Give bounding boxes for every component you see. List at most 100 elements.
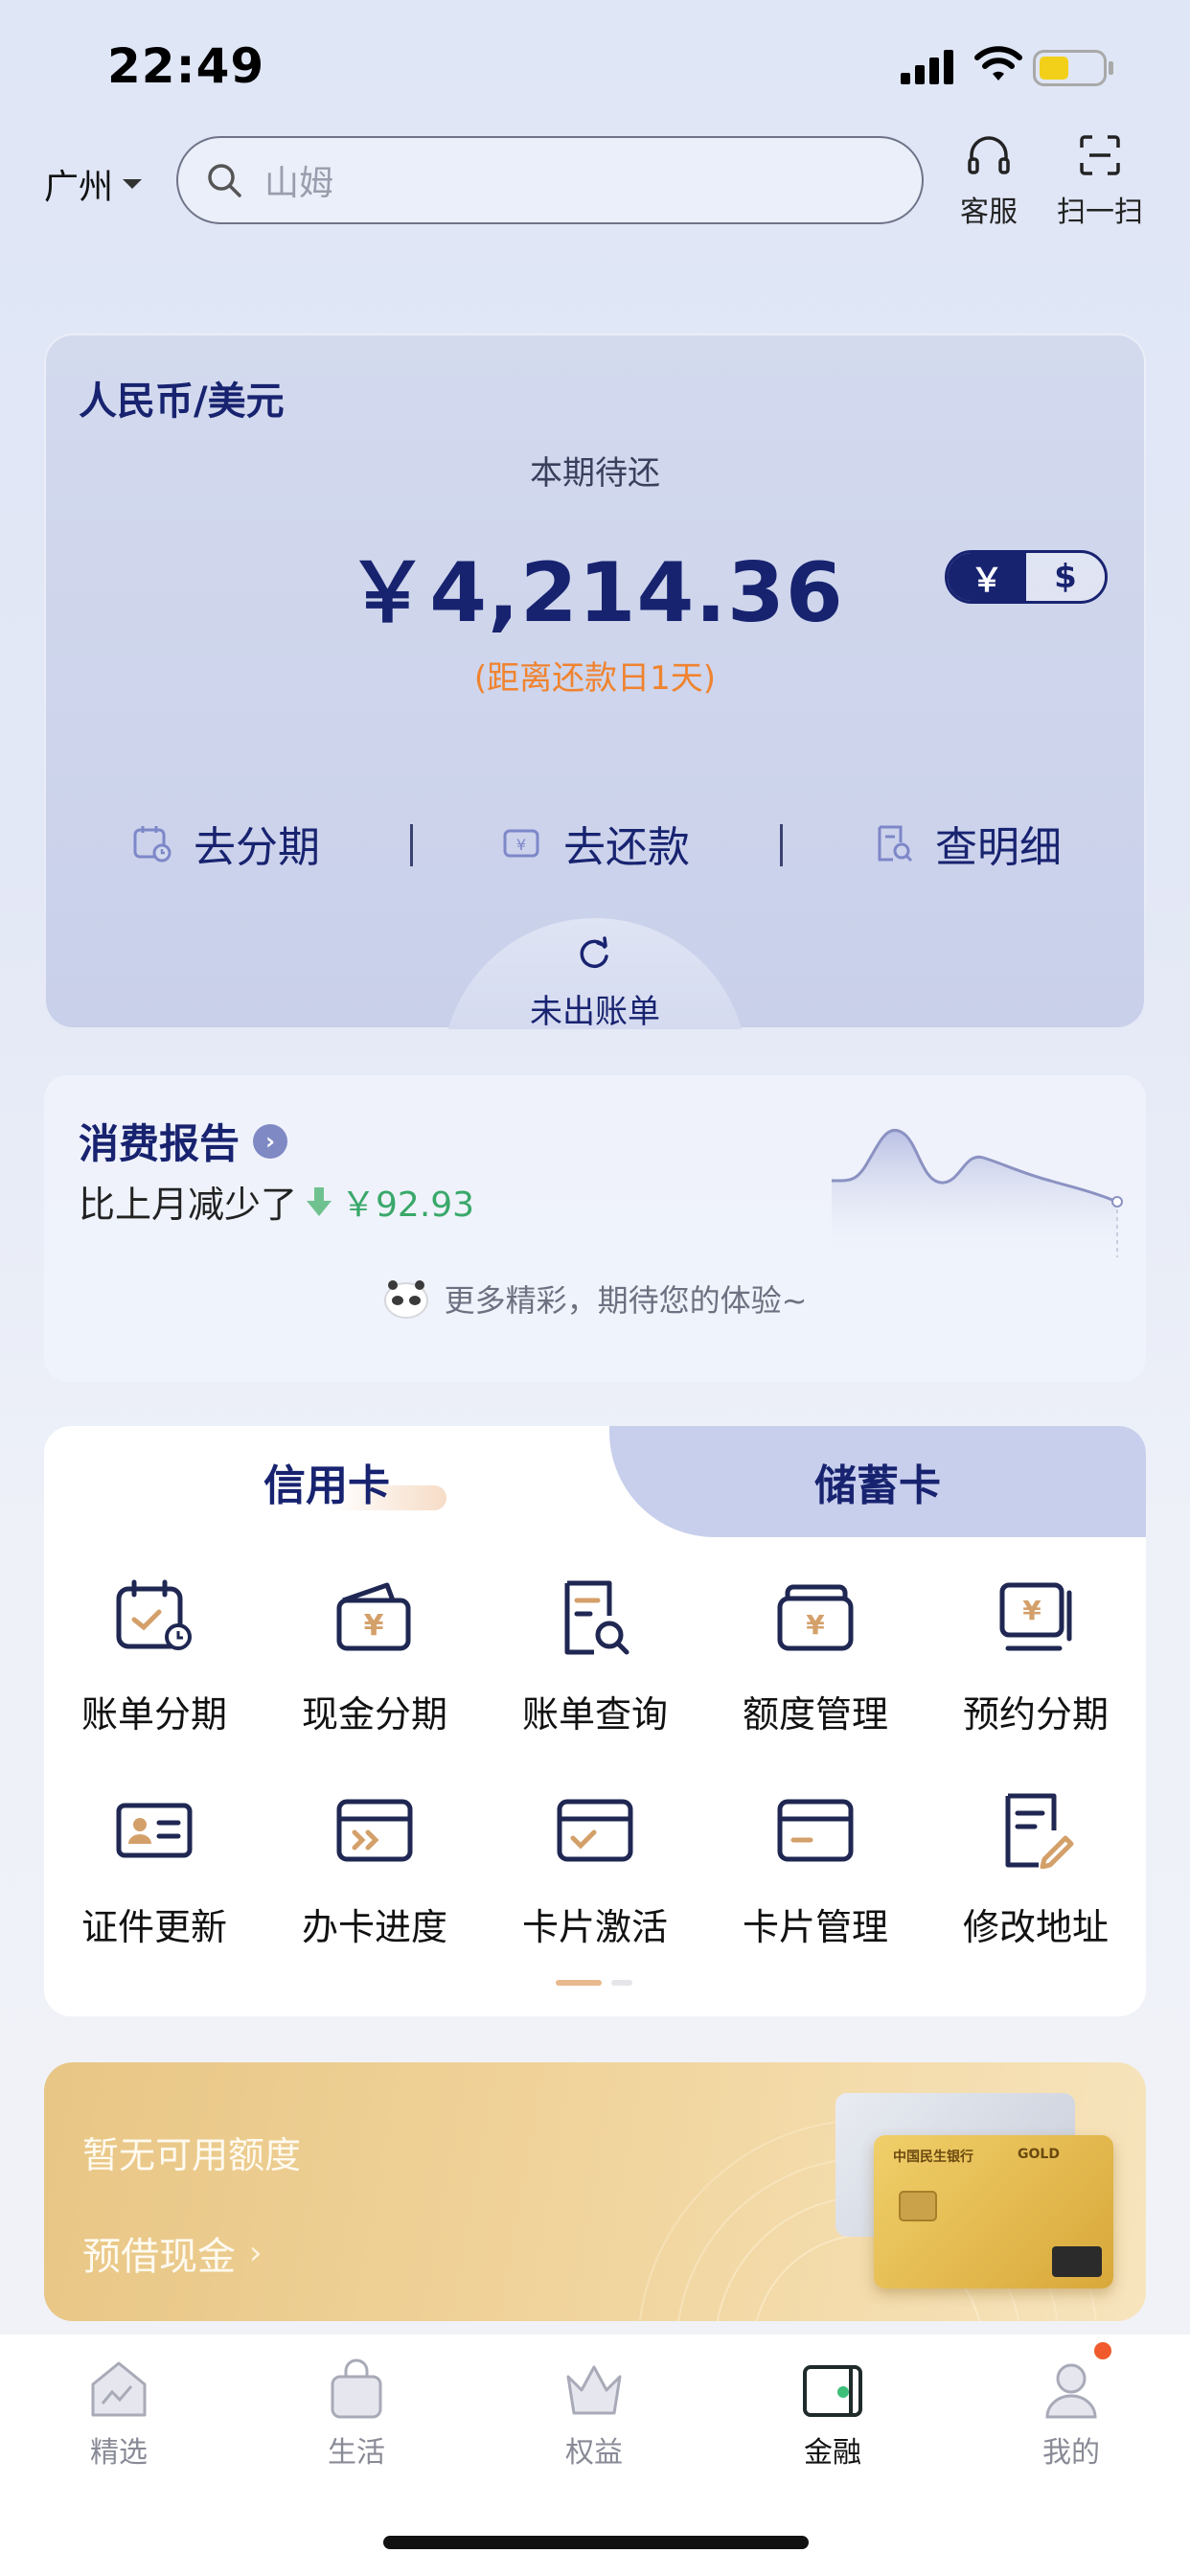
home-indicator[interactable] — [383, 2536, 809, 2549]
service-label: 证件更新 — [80, 1906, 227, 1948]
repay-card-icon: ¥ — [503, 829, 539, 858]
gold-card-image: 中国民生银行 GOLD — [874, 2135, 1113, 2288]
nav-life[interactable]: 生活 — [270, 2356, 443, 2471]
search-doc-icon — [878, 825, 913, 862]
service-bill-installment[interactable]: 账单分期 — [44, 1579, 264, 1737]
service-card-management[interactable]: 卡片管理 — [705, 1792, 926, 1950]
details-button[interactable]: 查明细 — [874, 813, 1062, 874]
page-indicator — [556, 1980, 632, 1986]
chevron-down-icon — [123, 179, 143, 189]
report-title-text: 消费报告 — [79, 1120, 240, 1167]
card-services-panel: 信用卡 储蓄卡 账单分期 ¥ 现金分期 账单查询 ¥ 额度管理 ¥ 预约分期 证… — [44, 1426, 1146, 2016]
edit-address-icon — [1005, 1793, 1074, 1869]
svg-text:¥: ¥ — [364, 1609, 384, 1643]
service-edit-address[interactable]: 修改地址 — [926, 1792, 1146, 1950]
service-label: 账单分期 — [80, 1693, 227, 1736]
refresh-icon[interactable] — [573, 935, 615, 974]
service-label: 账单查询 — [521, 1693, 668, 1736]
page-dot-active — [556, 1980, 602, 1986]
consumption-report-card[interactable]: 消费报告 › 比上月减少了 ￥92.93 更多精彩，期待您的体验~ — [44, 1075, 1146, 1382]
cash-advance-label: 预借现金 — [82, 2235, 236, 2279]
service-label: 办卡进度 — [301, 1906, 447, 1948]
report-compare: 比上月减少了 ￥92.93 — [79, 1175, 474, 1228]
wifi-icon — [974, 46, 1022, 80]
unionpay-logo-icon — [1052, 2246, 1102, 2277]
report-title[interactable]: 消费报告 › — [79, 1112, 288, 1170]
bill-actions: 去分期 ¥ 去还款 查明细 — [44, 813, 1146, 880]
id-update-icon — [116, 1803, 193, 1858]
service-label: 修改地址 — [962, 1906, 1109, 1948]
scheduled-installment-icon: ¥ — [999, 1582, 1072, 1651]
featured-icon — [91, 2361, 147, 2417]
service-application-progress[interactable]: 办卡进度 — [264, 1792, 485, 1950]
cellular-signal-icon — [901, 50, 953, 84]
card-chip-icon — [899, 2191, 937, 2221]
card-management-icon — [777, 1799, 854, 1862]
nav-label: 我的 — [1042, 2436, 1100, 2470]
currency-toggle[interactable]: ￥ $ — [945, 550, 1108, 604]
nav-label: 金融 — [804, 2436, 861, 2470]
promo-title: 暂无可用额度 — [82, 2134, 302, 2176]
application-progress-icon — [336, 1799, 413, 1862]
cash-installment-icon: ¥ — [336, 1582, 411, 1651]
battery-icon — [1033, 50, 1113, 86]
card-brand-text: 中国民生银行 — [893, 2150, 973, 2165]
service-card-activation[interactable]: 卡片激活 — [485, 1792, 705, 1950]
notification-badge — [1094, 2342, 1111, 2359]
customer-service-label: 客服 — [960, 196, 1018, 229]
scan-icon — [1080, 135, 1120, 175]
divider — [780, 824, 783, 866]
svg-text:¥: ¥ — [1022, 1595, 1041, 1626]
city-selector[interactable]: 广州 — [44, 159, 143, 209]
calendar-clock-icon — [133, 826, 172, 862]
report-compare-amount: ￥92.93 — [341, 1184, 475, 1225]
repay-label: 去还款 — [563, 823, 690, 872]
page-dot — [611, 1980, 632, 1986]
headset-icon — [968, 136, 1010, 174]
card-tier-text: GOLD — [1018, 2147, 1060, 2162]
nav-profile[interactable]: 我的 — [985, 2356, 1157, 2471]
nav-finance[interactable]: 金融 — [746, 2356, 919, 2471]
service-label: 卡片激活 — [521, 1906, 668, 1948]
currency-rmb-option[interactable]: ￥ — [948, 553, 1026, 601]
life-bag-icon — [331, 2358, 382, 2419]
svg-text:¥: ¥ — [806, 1609, 825, 1641]
report-compare-prefix: 比上月减少了 — [79, 1184, 298, 1226]
customer-service-button[interactable]: 客服 — [936, 134, 1041, 230]
search-icon — [208, 164, 241, 197]
scan-button[interactable]: 扫一扫 — [1047, 134, 1153, 230]
nav-featured[interactable]: 精选 — [33, 2356, 205, 2471]
bill-installment-icon — [116, 1579, 192, 1650]
search-input[interactable]: 山姆 — [176, 136, 924, 224]
installment-button[interactable]: 去分期 — [132, 813, 320, 874]
tab-credit-card[interactable]: 信用卡 — [44, 1426, 609, 1537]
unbilled-label[interactable]: 未出账单 — [44, 985, 1146, 1029]
arrow-down-icon — [307, 1186, 332, 1216]
chevron-right-icon: › — [253, 1123, 288, 1159]
spending-trend-chart — [831, 1129, 1123, 1257]
service-label: 额度管理 — [742, 1693, 888, 1736]
wallet-icon — [803, 2365, 862, 2417]
service-cash-installment[interactable]: ¥ 现金分期 — [264, 1579, 485, 1737]
scan-label: 扫一扫 — [1057, 196, 1143, 229]
details-label: 查明细 — [935, 823, 1062, 872]
repay-button[interactable]: ¥ 去还款 — [502, 813, 690, 874]
tab-debit-card[interactable]: 储蓄卡 — [609, 1426, 1146, 1537]
installment-label: 去分期 — [194, 823, 320, 872]
currency-usd-option[interactable]: $ — [1026, 553, 1105, 601]
status-time: 22:49 — [107, 38, 265, 94]
service-id-update[interactable]: 证件更新 — [44, 1792, 264, 1950]
nav-benefits[interactable]: 权益 — [508, 2356, 680, 2471]
search-placeholder: 山姆 — [264, 164, 334, 203]
mascot-icon — [383, 1280, 428, 1319]
cash-advance-banner[interactable]: 暂无可用额度 预借现金 › 中国民生银行 GOLD — [44, 2062, 1146, 2321]
cash-advance-link[interactable]: 预借现金 › — [82, 2225, 263, 2281]
profile-icon — [1045, 2363, 1097, 2419]
service-bill-query[interactable]: 账单查询 — [485, 1579, 705, 1737]
nav-label: 精选 — [90, 2436, 148, 2470]
more-coming-text: 更多精彩，期待您的体验~ — [444, 1282, 808, 1319]
service-label: 卡片管理 — [742, 1906, 888, 1948]
city-label: 广州 — [44, 168, 114, 207]
service-scheduled-installment[interactable]: ¥ 预约分期 — [926, 1579, 1146, 1737]
service-limit-management[interactable]: ¥ 额度管理 — [705, 1579, 926, 1737]
